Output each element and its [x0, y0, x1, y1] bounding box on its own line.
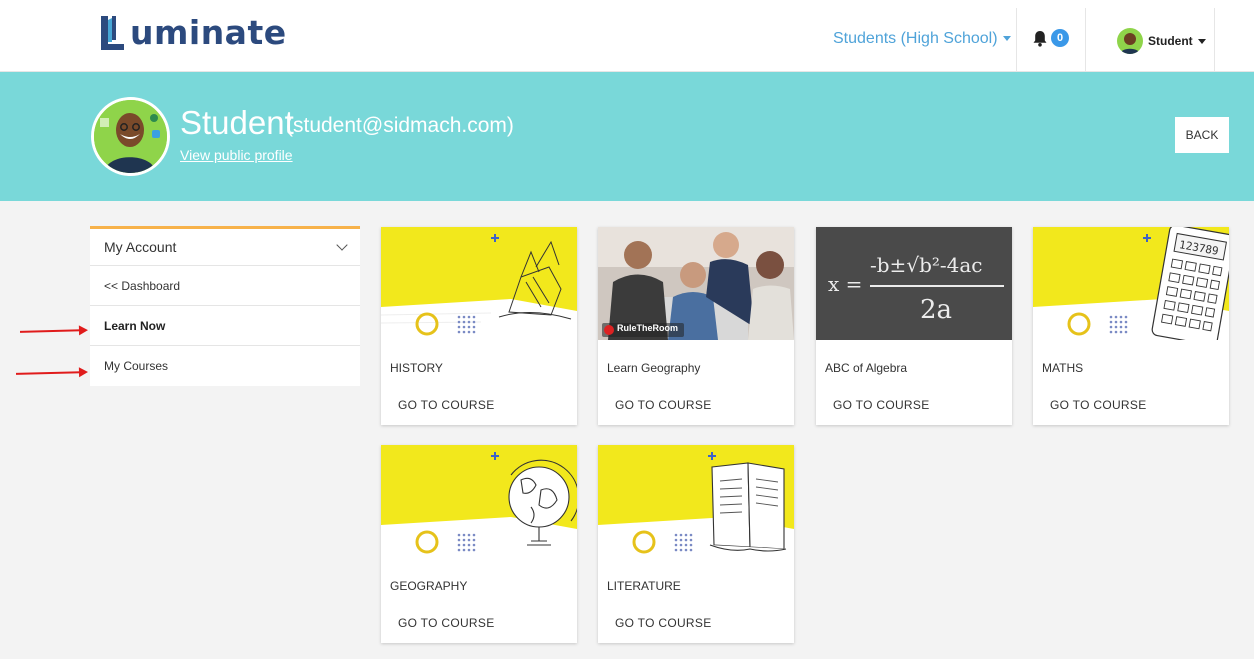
notification-count-badge: 0	[1051, 29, 1069, 47]
my-account-toggle[interactable]: My Account	[90, 229, 360, 266]
nav-divider	[1214, 8, 1215, 71]
course-title: LITERATURE	[607, 579, 681, 593]
logo-mark-icon	[101, 16, 124, 50]
course-card[interactable]: GEOGRAPHY GO TO COURSE	[381, 445, 577, 643]
course-thumbnail	[381, 445, 577, 558]
sidebar-item-learn-now[interactable]: Learn Now	[90, 306, 360, 346]
course-title: GEOGRAPHY	[390, 579, 468, 593]
bell-icon	[1033, 30, 1047, 47]
thumbnail-watermark: RuleTheRoom	[617, 323, 679, 333]
view-public-profile-link[interactable]: View public profile	[180, 147, 293, 163]
chevron-down-icon	[1197, 38, 1206, 44]
course-thumbnail: RuleTheRoom	[598, 227, 794, 340]
profile-banner: Student (student@sidmach.com) View publi…	[0, 72, 1254, 201]
course-card[interactable]: LITERATURE GO TO COURSE	[598, 445, 794, 643]
go-to-course-button[interactable]: GO TO COURSE	[1050, 398, 1147, 412]
course-title: HISTORY	[390, 361, 443, 375]
formula-numerator: -b±√b²-4ac	[870, 253, 983, 277]
go-to-course-button[interactable]: GO TO COURSE	[615, 616, 712, 630]
back-button[interactable]: BACK	[1175, 117, 1229, 153]
nav-divider	[1016, 8, 1017, 71]
go-to-course-button[interactable]: GO TO COURSE	[398, 398, 495, 412]
go-to-course-button[interactable]: GO TO COURSE	[833, 398, 930, 412]
sidebar-item-my-courses[interactable]: My Courses	[90, 346, 360, 386]
user-menu-dropdown[interactable]: Student	[1117, 28, 1206, 54]
sidebar-item-dashboard[interactable]: << Dashboard	[90, 266, 360, 306]
luminate-logo[interactable]: uminate	[98, 10, 287, 54]
notifications-button[interactable]: 0	[1032, 29, 1069, 47]
course-title: MATHS	[1042, 361, 1084, 375]
profile-avatar	[91, 97, 170, 176]
chevron-down-icon	[1002, 36, 1011, 42]
course-thumbnail: 123789	[1033, 227, 1229, 340]
sidebar-item-label: << Dashboard	[104, 278, 181, 293]
course-card[interactable]: 123789 MATHS GO TO COURSE	[1033, 227, 1229, 425]
fraction-bar	[870, 285, 1004, 287]
go-to-course-button[interactable]: GO TO COURSE	[398, 616, 495, 630]
sidebar-item-label: Learn Now	[104, 318, 166, 333]
account-sidebar: My Account << Dashboard Learn Now My Cou…	[90, 226, 360, 386]
go-to-course-button[interactable]: GO TO COURSE	[615, 398, 712, 412]
sidebar-item-label: My Courses	[104, 359, 169, 373]
avatar	[1117, 28, 1143, 54]
formula-lhs: x =	[828, 272, 863, 296]
annotation-arrow-learn-now	[19, 329, 87, 333]
course-thumbnail	[598, 445, 794, 558]
course-title: Learn Geography	[607, 361, 701, 375]
annotation-arrow-my-courses	[15, 371, 87, 375]
course-thumbnail	[381, 227, 577, 340]
sidebar-title: My Account	[104, 239, 177, 255]
role-selector-label: Students (High School)	[833, 30, 998, 47]
course-title: ABC of Algebra	[825, 361, 908, 375]
chevron-down-icon	[336, 239, 348, 251]
course-thumbnail: x = -b±√b²-4ac 2a	[816, 227, 1012, 340]
course-card[interactable]: RuleTheRoom Learn Geography GO TO COURSE	[598, 227, 794, 425]
profile-email: (student@sidmach.com)	[286, 114, 514, 137]
formula-denominator: 2a	[920, 295, 953, 325]
profile-name: Student	[180, 104, 294, 141]
top-navbar: uminate Students (High School) 0 Student	[0, 0, 1254, 72]
course-card[interactable]: HISTORY GO TO COURSE	[381, 227, 577, 425]
course-card[interactable]: x = -b±√b²-4ac 2a ABC of Algebra GO TO C…	[816, 227, 1012, 425]
logo-text: uminate	[130, 12, 287, 52]
role-selector-dropdown[interactable]: Students (High School)	[833, 30, 1011, 48]
nav-divider	[1085, 8, 1086, 71]
user-menu-label: Student	[1148, 34, 1193, 48]
